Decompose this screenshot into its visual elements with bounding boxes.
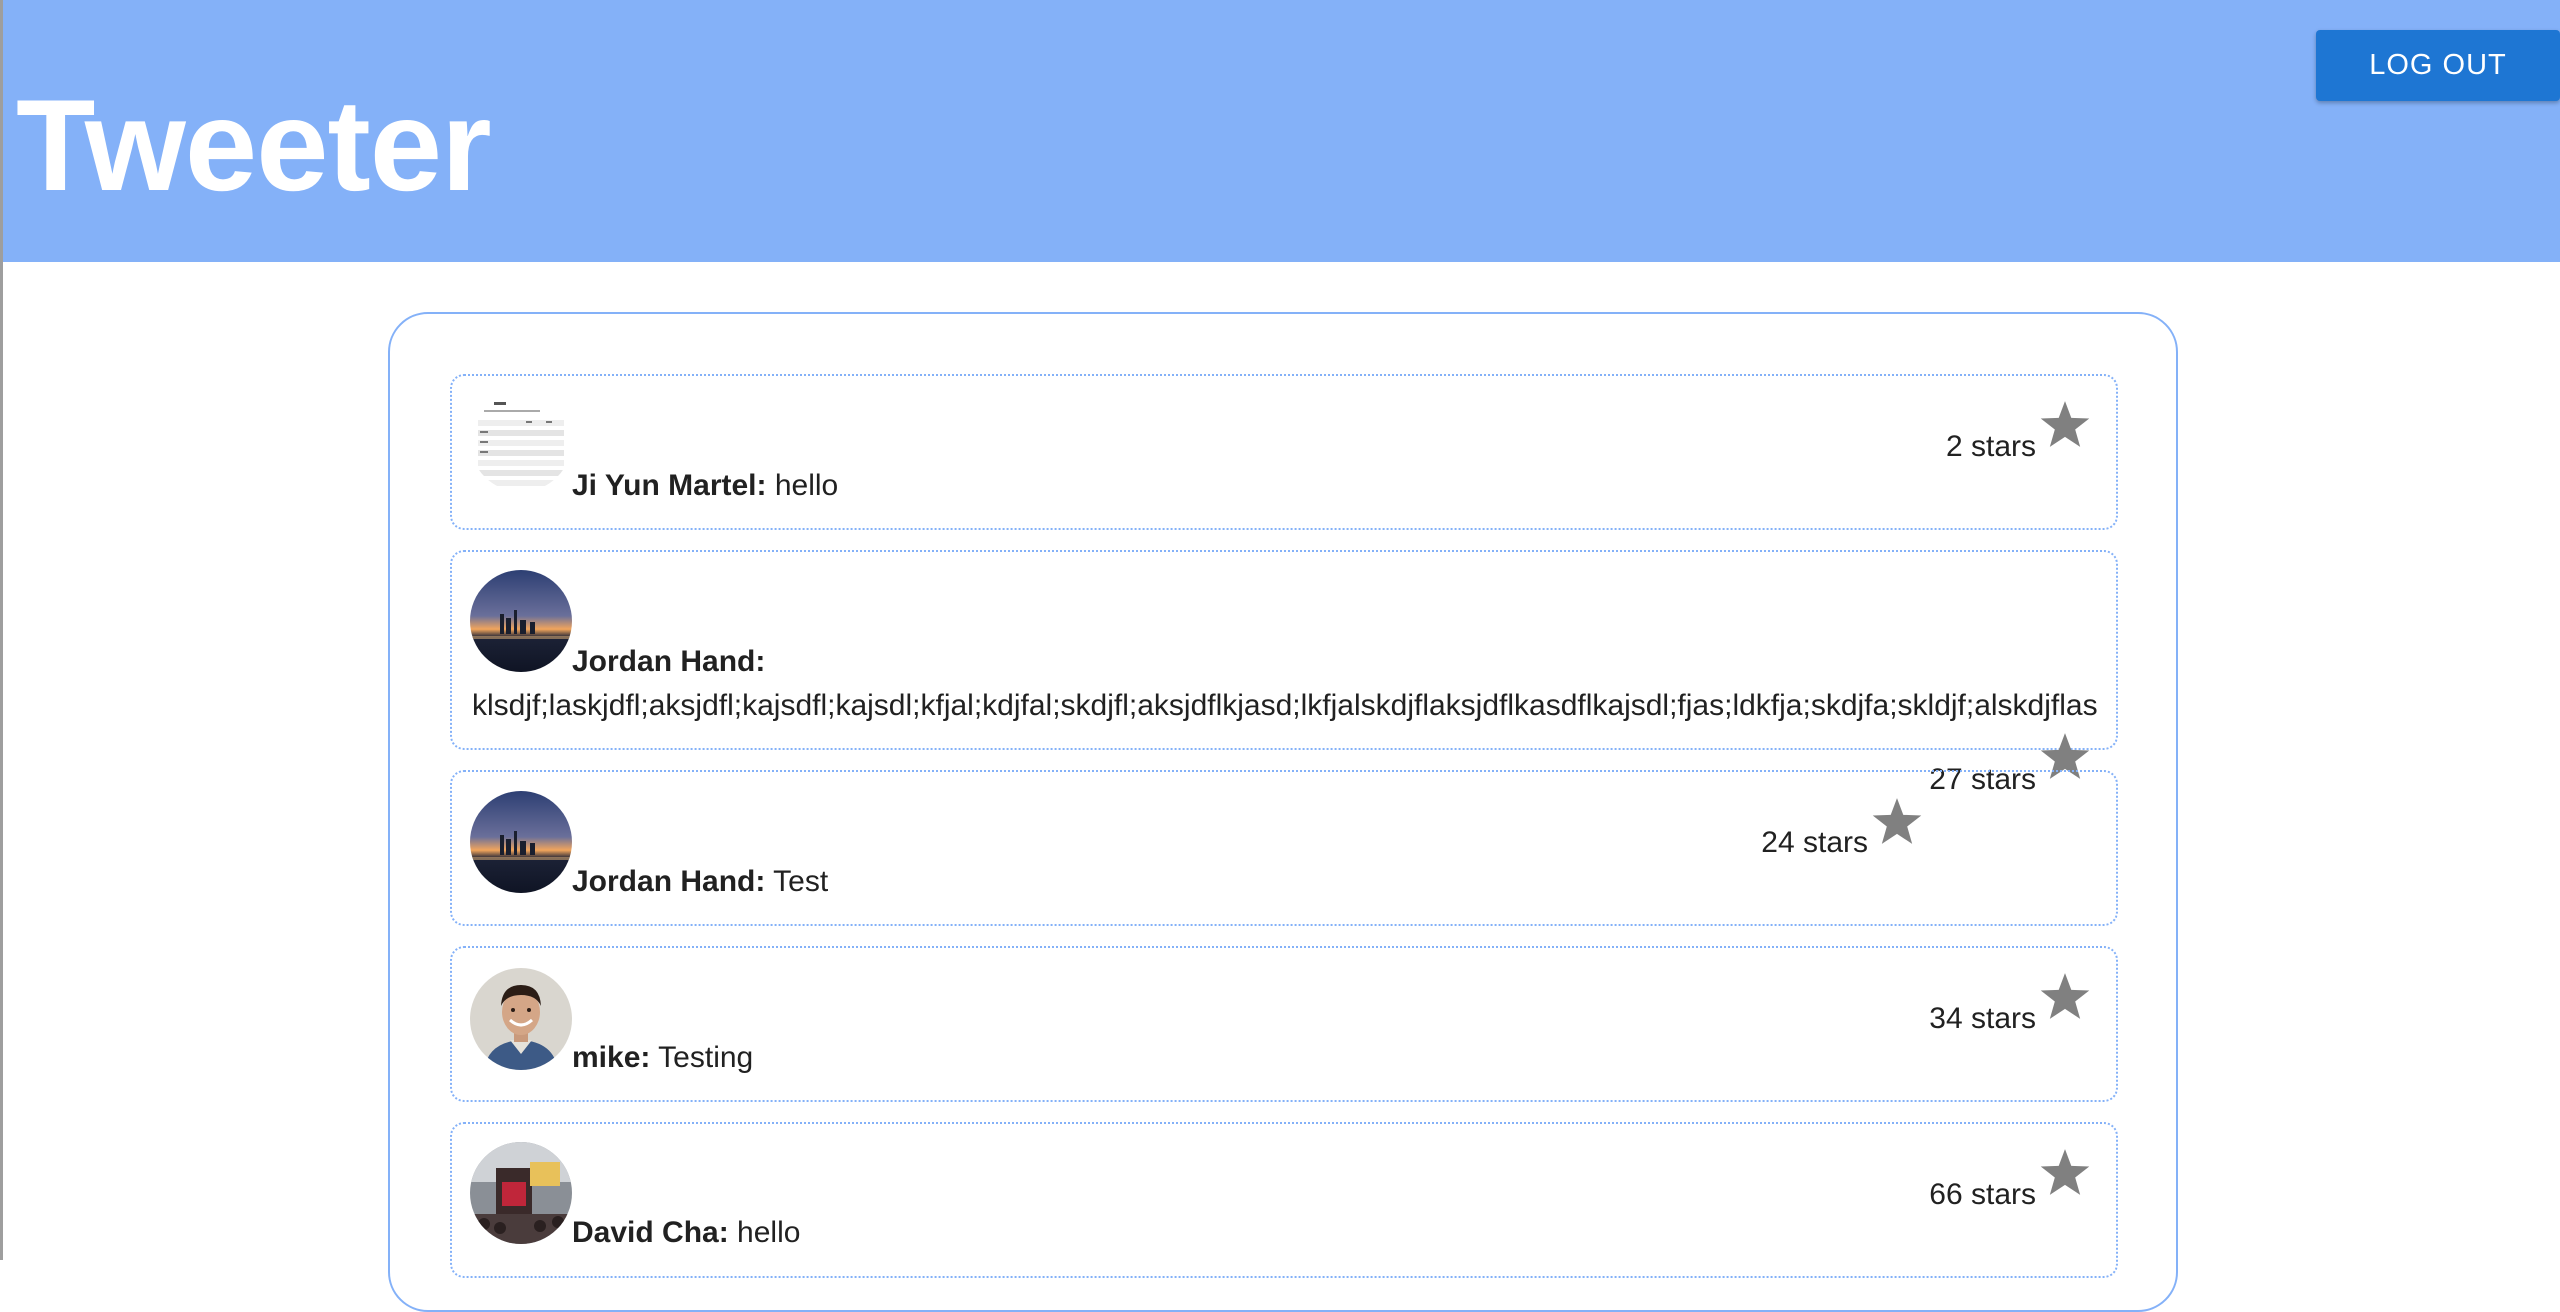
tweet-author: mike: (572, 1041, 651, 1074)
tweet-message: hello (737, 1216, 801, 1249)
tweet-author: Jordan Hand: (572, 645, 766, 678)
avatar (470, 390, 572, 492)
app-title: Tweeter (16, 72, 492, 218)
tweet-text: Jordan Hand: Test (572, 865, 828, 899)
star-count: 24 stars (1761, 826, 1868, 859)
logout-button[interactable]: LOG OUT (2316, 30, 2560, 101)
star-icon[interactable] (2039, 1148, 2091, 1198)
tweet-card (450, 946, 2118, 1102)
tweet-message: klsdjf;laskjdfl;aksjdfl;kajsdfl;kajsdl;k… (472, 689, 2098, 722)
avatar (470, 791, 572, 893)
app-header: Tweeter (3, 0, 2560, 262)
tweet-message: hello (774, 469, 839, 502)
star-icon[interactable] (2039, 972, 2091, 1022)
tweet-text: Ji Yun Martel: hello (572, 469, 838, 503)
star-count: 66 stars (1929, 1178, 2036, 1211)
star-count: 34 stars (1929, 1002, 2036, 1035)
tweet-text: David Cha: hello (572, 1216, 800, 1250)
avatar (470, 968, 572, 1070)
tweet-text: mike: Testing (572, 1041, 753, 1075)
tweet-card (450, 374, 2118, 530)
tweet-author: Ji Yun Martel: (572, 469, 767, 502)
star-icon[interactable] (1871, 797, 1923, 847)
tweet-author-line: Jordan Hand: (572, 645, 765, 679)
star-icon[interactable] (2039, 400, 2091, 450)
avatar (470, 1142, 572, 1244)
avatar (470, 570, 572, 672)
tweet-message: Testing (658, 1041, 754, 1074)
star-count: 2 stars (1945, 430, 2036, 463)
tweet-author: David Cha: (572, 1216, 729, 1249)
tweet-card (450, 1122, 2118, 1278)
tweet-author: Jordan Hand: (572, 865, 766, 898)
tweet-message: Test (773, 865, 829, 898)
